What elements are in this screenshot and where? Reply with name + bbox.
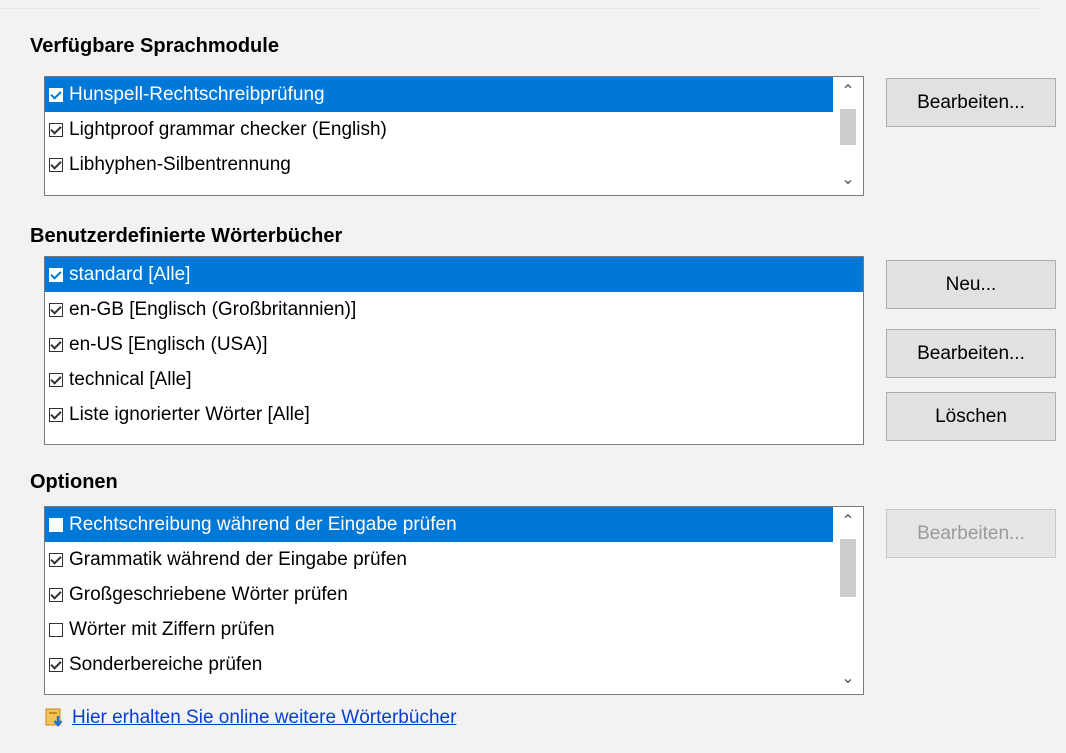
dictionaries-section-title: Benutzerdefinierte Wörterbücher: [30, 225, 343, 247]
list-item[interactable]: standard [Alle]: [45, 257, 863, 292]
list-item-label: standard [Alle]: [69, 264, 191, 285]
list-item[interactable]: en-GB [Englisch (Großbritannien)]: [45, 292, 863, 327]
list-item[interactable]: Liste ignorierter Wörter [Alle]: [45, 397, 863, 432]
list-item-label: en-US [Englisch (USA)]: [69, 334, 268, 355]
options-listbox[interactable]: Rechtschreibung während der Eingabe prüf…: [44, 506, 864, 695]
list-item[interactable]: Lightproof grammar checker (English): [45, 112, 833, 147]
list-item-label: Libhyphen-Silbentrennung: [69, 154, 291, 175]
list-item[interactable]: Grammatik während der Eingabe prüfen: [45, 542, 833, 577]
options-section-title: Optionen: [30, 471, 118, 493]
modules-scrollbar[interactable]: ⌃ ⌄: [833, 77, 863, 195]
edit-dictionary-button[interactable]: Bearbeiten...: [886, 329, 1056, 378]
list-item-label: Rechtschreibung während der Eingabe prüf…: [69, 514, 457, 535]
checkbox[interactable]: [49, 157, 63, 172]
list-item[interactable]: Rechtschreibung während der Eingabe prüf…: [45, 507, 833, 542]
scroll-up-icon[interactable]: ⌃: [833, 507, 863, 537]
dictionaries-rows: standard [Alle] en-GB [Englisch (Großbrit…: [45, 257, 863, 432]
list-item[interactable]: technical [Alle]: [45, 362, 863, 397]
scroll-up-icon[interactable]: ⌃: [833, 77, 863, 107]
dictionaries-listbox[interactable]: standard [Alle] en-GB [Englisch (Großbrit…: [44, 256, 864, 445]
list-item-label: Sonderbereiche prüfen: [69, 654, 263, 675]
delete-dictionary-button[interactable]: Löschen: [886, 392, 1056, 441]
list-item[interactable]: Großgeschriebene Wörter prüfen: [45, 577, 833, 612]
checkbox[interactable]: [49, 122, 63, 137]
modules-rows: Hunspell-Rechtschreibprüfung Lightproof g…: [45, 77, 833, 182]
top-divider: [0, 8, 1040, 9]
options-edit-button[interactable]: Bearbeiten...: [886, 509, 1056, 558]
modules-listbox[interactable]: Hunspell-Rechtschreibprüfung Lightproof g…: [44, 76, 864, 196]
options-rows: Rechtschreibung während der Eingabe prüf…: [45, 507, 833, 682]
new-dictionary-button[interactable]: Neu...: [886, 260, 1056, 309]
list-item[interactable]: Libhyphen-Silbentrennung: [45, 147, 833, 182]
list-item-label: Grammatik während der Eingabe prüfen: [69, 549, 407, 570]
checkbox[interactable]: [49, 267, 63, 282]
download-icon: [44, 706, 68, 730]
checkbox[interactable]: [49, 407, 63, 422]
checkbox[interactable]: [49, 87, 63, 102]
list-item-label: Lightproof grammar checker (English): [69, 119, 387, 140]
list-item[interactable]: Sonderbereiche prüfen: [45, 647, 833, 682]
checkbox[interactable]: [49, 657, 63, 672]
list-item-label: Großgeschriebene Wörter prüfen: [69, 584, 348, 605]
checkbox[interactable]: [49, 517, 63, 532]
scroll-down-icon[interactable]: ⌄: [833, 165, 863, 195]
list-item-label: Liste ignorierter Wörter [Alle]: [69, 404, 310, 425]
scroll-thumb[interactable]: [840, 109, 856, 145]
list-item-label: Hunspell-Rechtschreibprüfung: [69, 84, 325, 105]
checkbox[interactable]: [49, 372, 63, 387]
list-item[interactable]: Wörter mit Ziffern prüfen: [45, 612, 833, 647]
list-item-label: en-GB [Englisch (Großbritannien)]: [69, 299, 357, 320]
checkbox[interactable]: [49, 622, 63, 637]
list-item-label: technical [Alle]: [69, 369, 192, 390]
checkbox[interactable]: [49, 302, 63, 317]
list-item[interactable]: Hunspell-Rechtschreibprüfung: [45, 77, 833, 112]
checkbox[interactable]: [49, 552, 63, 567]
list-item-label: Wörter mit Ziffern prüfen: [69, 619, 275, 640]
scroll-down-icon[interactable]: ⌄: [833, 664, 863, 694]
online-dictionaries-link-row[interactable]: Hier erhalten Sie online weitere Wörterb…: [44, 703, 456, 733]
modules-edit-button[interactable]: Bearbeiten...: [886, 78, 1056, 127]
checkbox[interactable]: [49, 587, 63, 602]
online-dictionaries-link[interactable]: Hier erhalten Sie online weitere Wörterb…: [72, 707, 456, 729]
list-item[interactable]: en-US [Englisch (USA)]: [45, 327, 863, 362]
modules-section-title: Verfügbare Sprachmodule: [30, 35, 279, 57]
options-scrollbar[interactable]: ⌃ ⌄: [833, 507, 863, 694]
scroll-thumb[interactable]: [840, 539, 856, 597]
checkbox[interactable]: [49, 337, 63, 352]
